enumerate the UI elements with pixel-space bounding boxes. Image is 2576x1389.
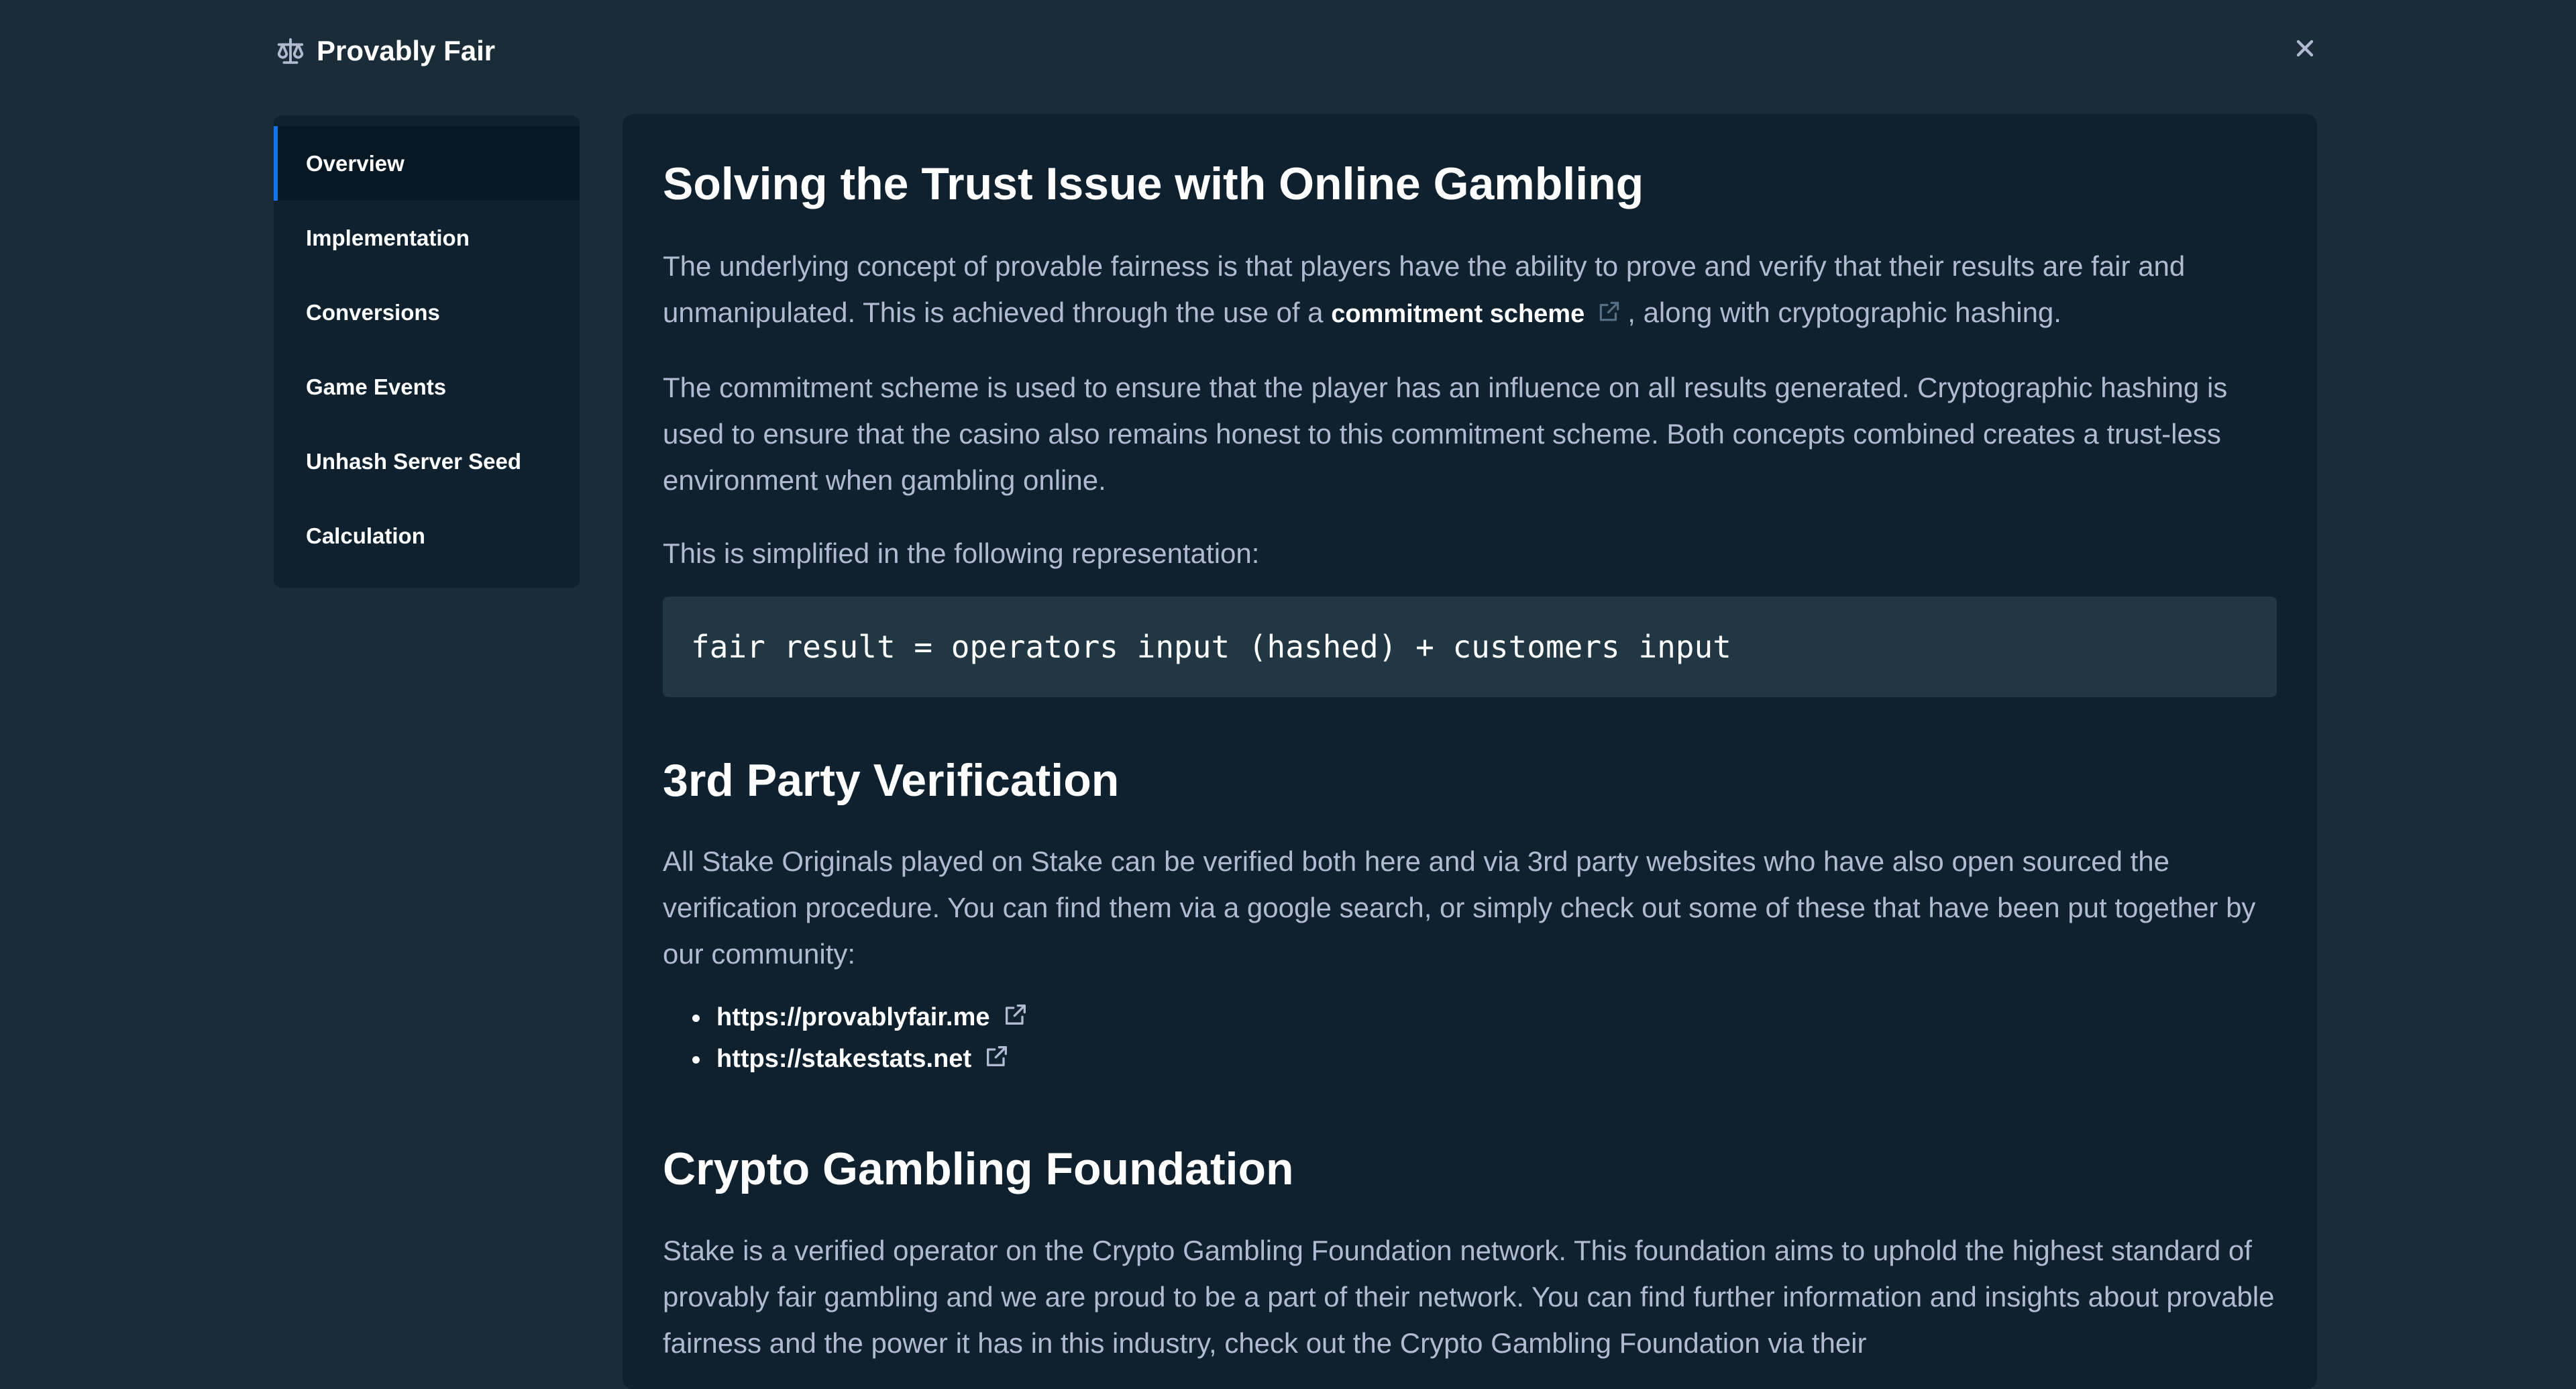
section-heading-trust: Solving the Trust Issue with Online Gamb… [663,158,1644,209]
sidebar-nav: Overview Implementation Conversions Game… [274,115,580,588]
sidebar-item-overview[interactable]: Overview [274,126,580,201]
content-panel: Solving the Trust Issue with Online Gamb… [623,114,2317,1389]
close-button[interactable] [2288,32,2322,67]
modal-title: Provably Fair [317,35,496,66]
sidebar-item-unhash-server-seed[interactable]: Unhash Server Seed [274,424,580,499]
external-link-icon[interactable] [1002,1001,1029,1035]
paragraph-commitment-scheme: The commitment scheme is used to ensure … [663,372,2228,496]
section-heading-crypto-foundation: Crypto Gambling Foundation [663,1143,1294,1194]
sidebar-item-implementation[interactable]: Implementation [274,201,580,275]
code-text: fair result = operators input (hashed) +… [691,629,1731,665]
scale-icon [274,34,307,68]
commitment-scheme-link[interactable]: commitment scheme [1331,300,1585,328]
external-link-icon[interactable] [1597,291,1622,338]
provablyfair-link[interactable]: https://provablyfair.me [716,1003,990,1032]
paragraph-representation: This is simplified in the following repr… [663,537,1260,569]
section-heading-verification: 3rd Party Verification [663,755,1120,806]
sidebar-item-calculation[interactable]: Calculation [274,499,580,573]
external-link-icon[interactable] [983,1043,1010,1076]
modal-header: Provably Fair [274,31,495,71]
paragraph-crypto-foundation: Stake is a verified operator on the Cryp… [663,1235,2275,1359]
sidebar-item-conversions[interactable]: Conversions [274,275,580,350]
paragraph-verification: All Stake Originals played on Stake can … [663,845,2256,970]
verification-links-list: https://provablyfair.me https://stakesta… [663,997,2277,1080]
close-icon[interactable] [2295,38,2315,62]
list-item: https://provablyfair.me [692,997,2277,1039]
paragraph-text: , along with cryptographic hashing. [1627,296,2061,328]
stakestats-link[interactable]: https://stakestats.net [716,1045,971,1074]
paragraph-trust-concept: The underlying concept of provable fairn… [663,243,2277,338]
code-block: fair result = operators input (hashed) +… [663,597,2277,697]
list-item: https://stakestats.net [692,1039,2277,1080]
sidebar-item-game-events[interactable]: Game Events [274,350,580,424]
